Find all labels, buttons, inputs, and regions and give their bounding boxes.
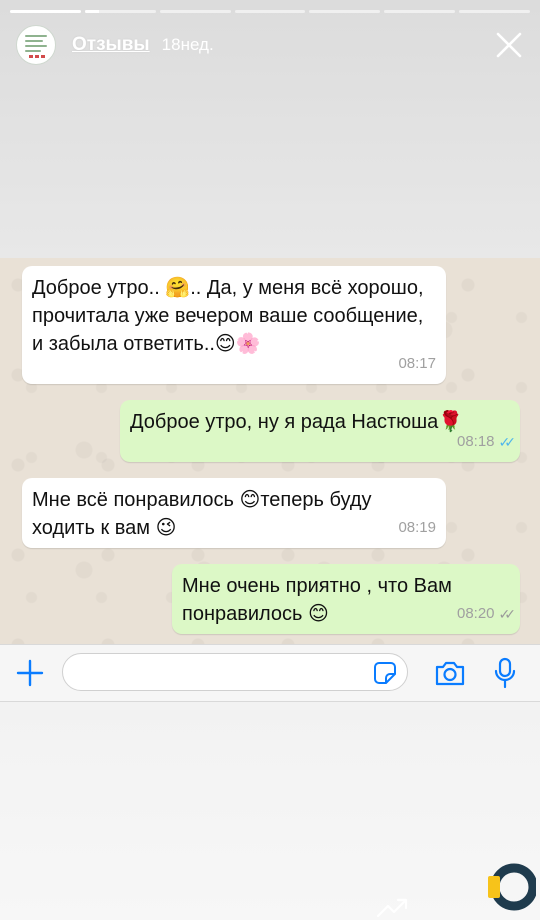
- message-text: Доброе утро.. 🤗.. Да, у меня всё хорошо,…: [32, 277, 424, 355]
- plus-icon[interactable]: [16, 659, 44, 687]
- microphone-icon[interactable]: [494, 657, 516, 689]
- message-bubble: Доброе утро, ну я рада Настюша🌹 08:18 ✓✓: [120, 400, 520, 462]
- sticker-icon[interactable]: [373, 661, 397, 685]
- story-segment: [234, 10, 306, 13]
- story-progress: [10, 10, 531, 13]
- message-bubble: Мне очень приятно , что Вам понравилось …: [172, 564, 520, 634]
- story-header: Отзывы 18нед.: [16, 24, 524, 66]
- message-time: 08:19: [398, 519, 436, 536]
- message-time: 08:20 ✓✓: [457, 600, 517, 628]
- story-segment: [384, 10, 456, 13]
- story-segment: [309, 10, 381, 13]
- message-time: 08:17: [398, 355, 436, 372]
- story-segment: [159, 10, 231, 13]
- avatar[interactable]: [16, 25, 56, 65]
- message-input-bar: [0, 644, 540, 702]
- read-ticks-icon: ✓✓: [498, 434, 517, 450]
- message-text: Доброе утро, ну я рада Настюша🌹: [130, 411, 464, 433]
- message-input[interactable]: [62, 653, 408, 691]
- share-icon[interactable]: [376, 894, 410, 918]
- story-segment: [459, 10, 531, 13]
- message-bubble: Мне всё понравилось 😊теперь буду ходить …: [22, 478, 446, 548]
- story-segment: [84, 10, 156, 13]
- account-name[interactable]: Отзывы: [72, 34, 150, 56]
- story-segment: [10, 10, 81, 13]
- chat-screenshot: Доброе утро.. 🤗.. Да, у меня всё хорошо,…: [0, 258, 540, 644]
- story-time: 18нед.: [161, 35, 214, 54]
- camera-icon[interactable]: [434, 659, 466, 687]
- message-text: Мне всё понравилось 😊теперь буду ходить …: [32, 489, 372, 539]
- close-icon[interactable]: [494, 30, 524, 60]
- delivered-ticks-icon: ✓✓: [498, 606, 517, 622]
- message-bubble: Доброе утро.. 🤗.. Да, у меня всё хорошо,…: [22, 266, 446, 384]
- message-time: 08:18 ✓✓: [457, 428, 517, 456]
- brand-logo: [488, 863, 536, 911]
